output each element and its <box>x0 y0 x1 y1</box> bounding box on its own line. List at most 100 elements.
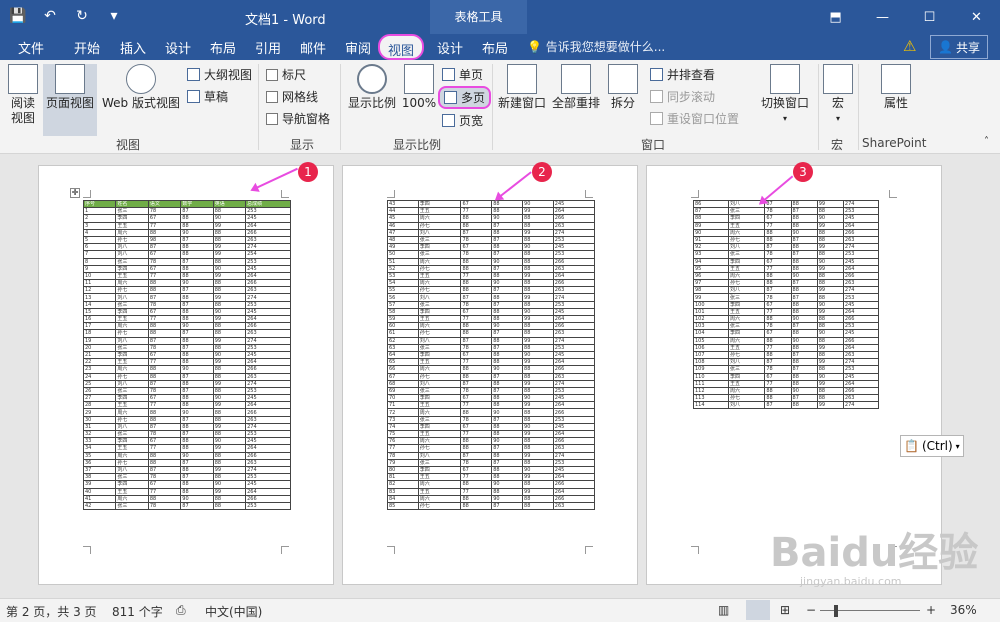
table-cell[interactable]: 李四 <box>417 350 462 360</box>
table-cell[interactable]: 王五 <box>417 429 462 439</box>
table-cell[interactable]: 99 <box>522 429 554 439</box>
table-cell[interactable]: 263 <box>245 235 291 245</box>
table-cell[interactable]: 88 <box>522 279 554 288</box>
table-cell[interactable]: 90 <box>816 372 844 381</box>
table-cell[interactable]: 张三 <box>115 257 149 266</box>
table-row[interactable]: 95 王五 77 88 99 264 <box>692 264 880 273</box>
table-cell[interactable]: 80 <box>387 465 419 475</box>
table-row[interactable]: 114 刘八 87 88 99 274 <box>692 401 880 410</box>
table-cell[interactable]: 李四 <box>728 214 766 223</box>
table-cell[interactable]: 88 <box>522 386 554 396</box>
table-cell[interactable]: 87 <box>491 221 524 230</box>
table-cell[interactable]: 266 <box>552 257 596 266</box>
table-row[interactable]: 35 周六 88 90 88 266 <box>82 451 291 460</box>
table-cell[interactable]: 刘八 <box>728 401 766 410</box>
table-cell[interactable]: 253 <box>552 250 596 259</box>
table-cell[interactable]: 103 <box>692 322 730 331</box>
table-cell[interactable]: 264 <box>552 271 596 281</box>
table-row[interactable]: 5 孙七 98 87 88 263 <box>82 235 291 245</box>
table-cell[interactable]: 周六 <box>728 271 766 281</box>
table-cell[interactable]: 周六 <box>417 408 462 417</box>
table-cell[interactable]: 王五 <box>417 314 462 324</box>
table-cell[interactable]: 88 <box>764 350 792 360</box>
table-row[interactable]: 112 周六 88 90 88 266 <box>692 386 880 396</box>
collapse-ribbon-icon[interactable]: ˄ <box>984 136 989 147</box>
table-cell[interactable]: 99 <box>816 307 844 317</box>
table-cell[interactable]: 88 <box>212 286 247 295</box>
tab-view[interactable]: 视图 <box>378 34 425 60</box>
table-cell[interactable]: 67 <box>764 372 792 381</box>
table-cell[interactable]: 87 <box>790 394 818 403</box>
zoom-slider-thumb[interactable] <box>834 605 838 617</box>
table-cell[interactable]: 90 <box>522 307 554 317</box>
table-cell[interactable]: 87 <box>790 235 818 245</box>
table-cell[interactable]: 88 <box>522 221 554 230</box>
table-cell[interactable]: 77 <box>147 487 182 496</box>
table-cell[interactable]: 67 <box>387 372 419 381</box>
table-cell[interactable]: 87 <box>491 286 524 295</box>
table-cell[interactable]: 88 <box>212 429 247 439</box>
table-cell[interactable]: 264 <box>842 221 880 230</box>
table-cell[interactable]: 264 <box>245 487 291 496</box>
save-icon[interactable]: 💾 <box>8 6 28 26</box>
table-cell[interactable]: 90 <box>212 394 247 403</box>
table-cell[interactable]: 88 <box>790 372 818 381</box>
table-cell[interactable]: 245 <box>245 264 291 273</box>
table-cell[interactable]: 88 <box>180 250 214 259</box>
web-layout-status-icon[interactable]: ⊞ <box>780 603 790 617</box>
table-row[interactable]: 22 王五 77 88 99 264 <box>82 358 291 367</box>
table-row[interactable]: 89 王五 77 88 99 264 <box>692 221 880 230</box>
table-cell[interactable]: 李四 <box>115 307 149 317</box>
table-cell[interactable]: 88 <box>816 386 844 396</box>
table-cell[interactable]: 88 <box>460 322 493 331</box>
table-cell[interactable]: 109 <box>692 365 730 374</box>
table-cell[interactable]: 266 <box>245 451 291 460</box>
table-cell[interactable]: 266 <box>842 228 880 237</box>
table-cell[interactable]: 113 <box>692 394 730 403</box>
table-cell[interactable]: 77 <box>460 401 493 410</box>
table-row[interactable]: 19 刘八 87 88 99 274 <box>82 336 291 345</box>
table-cell[interactable]: 王五 <box>728 307 766 317</box>
table-row[interactable]: 88 李四 67 88 90 245 <box>692 214 880 223</box>
table-row[interactable]: 43 李四 67 88 90 245 <box>387 199 596 209</box>
table-cell[interactable]: 88 <box>147 322 182 331</box>
table-cell[interactable]: 274 <box>245 379 291 388</box>
table-cell[interactable]: 99 <box>212 358 247 367</box>
table-cell[interactable]: 90 <box>491 279 524 288</box>
table-row[interactable]: 65 王五 77 88 99 264 <box>387 358 596 367</box>
table-row[interactable]: 96 周六 88 90 88 266 <box>692 271 880 281</box>
table-cell[interactable]: 88 <box>816 322 844 331</box>
table-row[interactable]: 47 刘八 87 88 99 274 <box>387 228 596 237</box>
table-cell[interactable]: 90 <box>491 365 524 374</box>
tab-review[interactable]: 审阅 <box>345 38 371 57</box>
table-cell[interactable]: 61 <box>387 329 419 338</box>
table-row[interactable]: 61 孙七 88 87 88 263 <box>387 329 596 338</box>
table-cell[interactable]: 刘八 <box>115 379 149 388</box>
table-cell[interactable]: 88 <box>460 408 493 417</box>
table-row[interactable]: 70 李四 67 88 90 245 <box>387 394 596 403</box>
table-row[interactable]: 101 王五 77 88 99 264 <box>692 307 880 317</box>
table-cell[interactable]: 张三 <box>115 473 149 482</box>
table-cell[interactable]: 108 <box>692 358 730 367</box>
table-cell[interactable]: 88 <box>790 307 818 317</box>
table-cell[interactable]: 王五 <box>115 401 149 410</box>
table-cell[interactable]: 263 <box>552 501 596 511</box>
table-cell[interactable]: 刘八 <box>728 286 766 295</box>
table-cell[interactable]: 88 <box>764 228 792 237</box>
table-row[interactable]: 26 张三 78 87 88 253 <box>82 386 291 396</box>
table-cell[interactable]: 87 <box>180 329 214 338</box>
table-cell[interactable]: 李四 <box>417 307 462 317</box>
table-cell[interactable]: 88 <box>491 487 524 496</box>
table-row[interactable]: 11 周六 88 90 88 266 <box>82 279 291 288</box>
table-row[interactable]: 110 李四 67 88 90 245 <box>692 372 880 381</box>
table-cell[interactable]: 266 <box>842 336 880 345</box>
tell-me-search[interactable]: 💡 告诉我您想要做什么... <box>527 38 665 55</box>
table-cell[interactable]: 10 <box>82 271 117 281</box>
table-cell[interactable]: 87 <box>147 243 182 252</box>
table-cell[interactable]: 110 <box>692 372 730 381</box>
table-cell[interactable]: 78 <box>147 386 182 396</box>
table-cell[interactable]: 90 <box>790 386 818 396</box>
table-cell[interactable]: 88 <box>212 501 247 511</box>
table-cell[interactable]: 90 <box>522 422 554 432</box>
word-count[interactable]: 811 个字 <box>112 603 163 620</box>
